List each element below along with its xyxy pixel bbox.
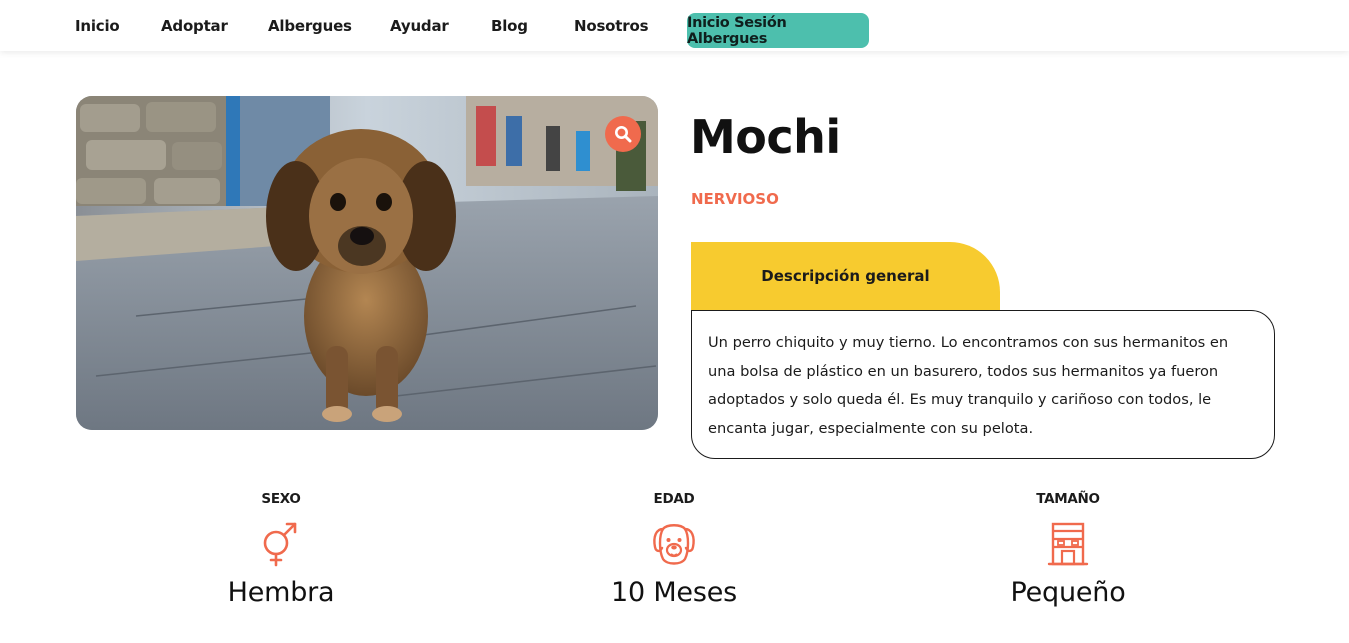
stat-value: Pequeño <box>1010 577 1126 608</box>
search-icon <box>615 126 632 143</box>
stat-size: TAMAÑO Pequeño <box>948 491 1188 608</box>
shelter-login-button[interactable]: Inicio Sesión Albergues <box>687 13 869 48</box>
dog-face-icon <box>653 524 695 565</box>
nav-link-inicio[interactable]: Inicio <box>75 17 120 35</box>
description-panel: Un perro chiquito y muy tierno. Lo encon… <box>691 310 1275 459</box>
tab-overview[interactable]: Descripción general <box>691 242 1000 310</box>
pet-temperament: NERVIOSO <box>691 190 779 208</box>
dog-house-icon <box>1047 522 1089 566</box>
pet-photo <box>76 96 658 430</box>
stat-label: SEXO <box>261 491 301 507</box>
stat-label: TAMAÑO <box>1036 491 1100 507</box>
zoom-button[interactable] <box>605 116 641 152</box>
pet-description: Un perro chiquito y muy tierno. Lo encon… <box>708 334 1229 438</box>
dog-photo-illustration <box>76 96 658 430</box>
top-navbar: Inicio Adoptar Albergues Ayudar Blog Nos… <box>0 0 1349 51</box>
stat-value: Hembra <box>227 577 335 608</box>
nav-link-blog[interactable]: Blog <box>491 17 528 35</box>
nav-link-albergues[interactable]: Albergues <box>268 17 352 35</box>
nav-link-nosotros[interactable]: Nosotros <box>574 17 648 35</box>
stat-label: EDAD <box>653 491 695 507</box>
pet-name: Mochi <box>690 110 841 164</box>
stat-sex: SEXO Hembra <box>161 491 401 608</box>
nav-link-adoptar[interactable]: Adoptar <box>161 17 228 35</box>
female-male-symbol-icon <box>263 522 297 567</box>
nav-link-ayudar[interactable]: Ayudar <box>390 17 449 35</box>
stat-age: EDAD 10 Meses <box>554 491 794 608</box>
stat-value: 10 Meses <box>611 577 737 608</box>
